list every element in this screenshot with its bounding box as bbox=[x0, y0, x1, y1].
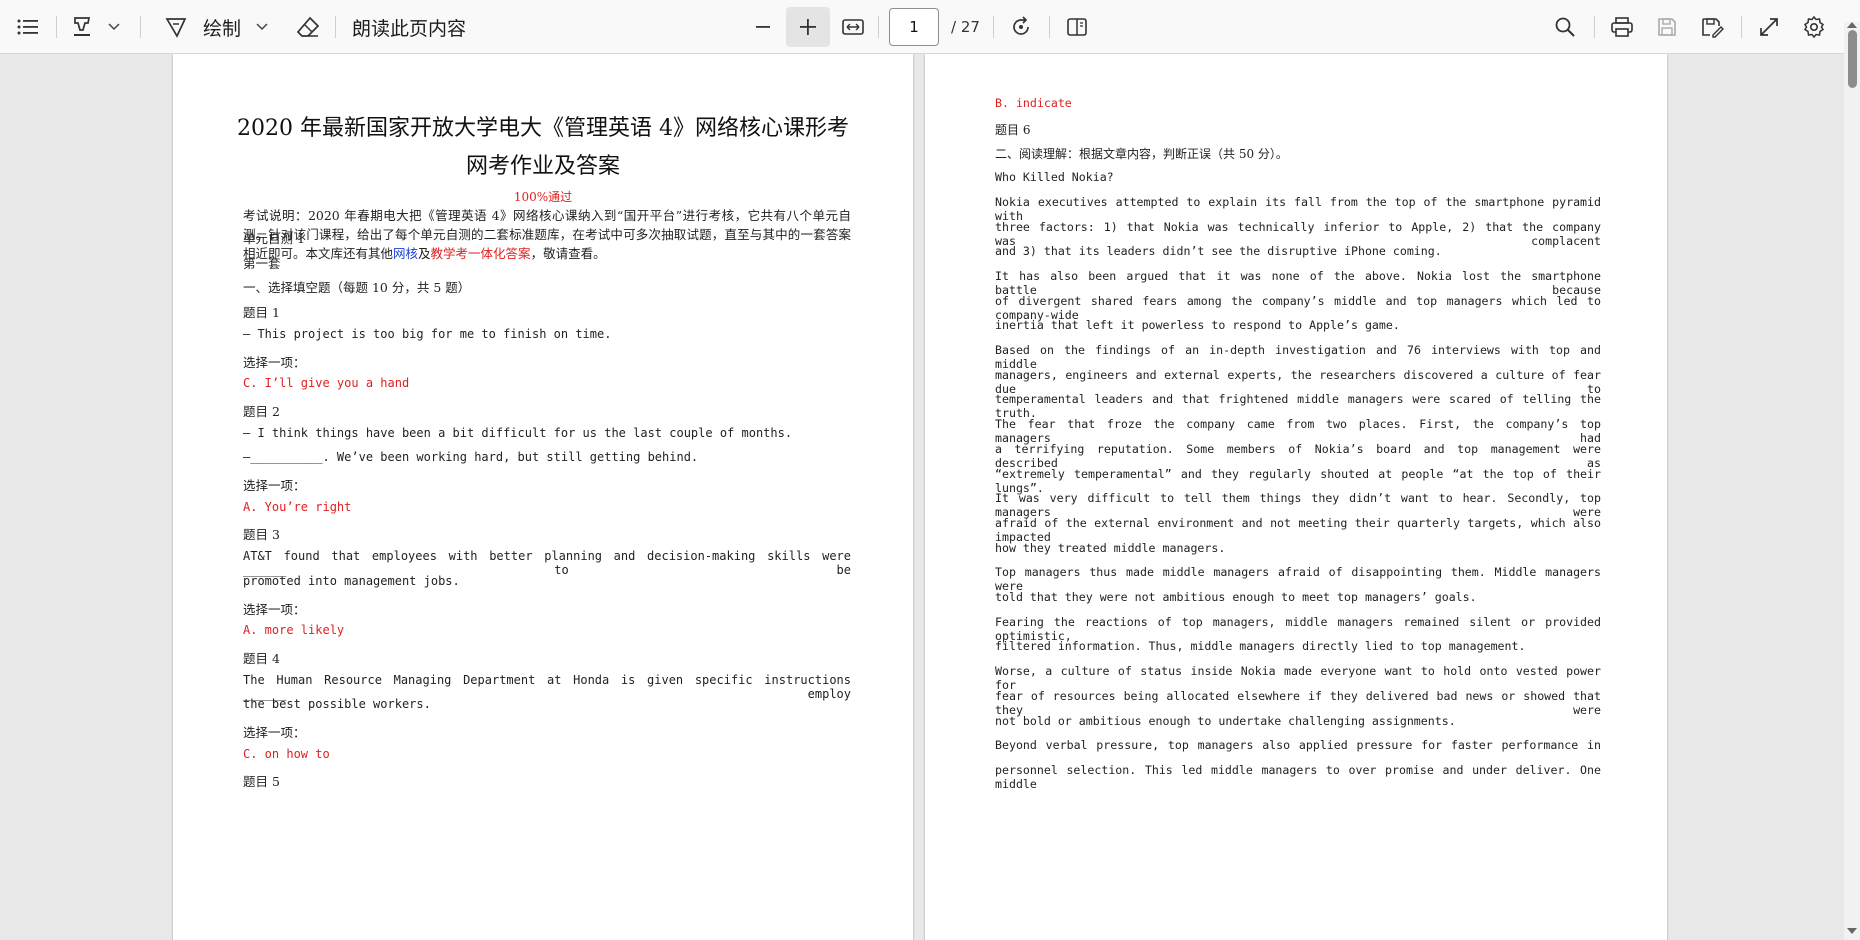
save-icon[interactable] bbox=[1650, 8, 1684, 46]
toolbar-divider bbox=[56, 16, 57, 38]
fullscreen-icon[interactable] bbox=[1752, 8, 1786, 46]
text-line: 选择一项： bbox=[243, 725, 306, 740]
text-line: personnel selection. This led middle man… bbox=[995, 762, 1601, 791]
page-total: / 27 bbox=[951, 18, 980, 36]
save-as-icon[interactable] bbox=[1695, 8, 1729, 46]
text-line: Who Killed Nokia? bbox=[995, 170, 1114, 185]
print-icon[interactable] bbox=[1605, 8, 1639, 46]
text-line: 第一套 bbox=[243, 255, 281, 271]
text-line: 题目 3 bbox=[243, 527, 280, 543]
scroll-down-arrow-icon[interactable] bbox=[1847, 928, 1857, 934]
answer-line: A. more likely bbox=[243, 623, 345, 638]
text-line: 题目 2 bbox=[243, 403, 280, 419]
text-line: Beyond verbal pressure, top managers als… bbox=[995, 738, 1601, 753]
text-line: 题目 1 bbox=[243, 305, 280, 321]
zoom-in-icon[interactable] bbox=[786, 8, 830, 46]
read-aloud-label: 朗读此页内容 bbox=[352, 17, 467, 40]
text-line: 题目 6 bbox=[995, 122, 1031, 137]
eraser-icon[interactable] bbox=[292, 8, 324, 46]
draw-label: 绘制 bbox=[202, 17, 241, 40]
answer-line: B. indicate bbox=[995, 96, 1072, 110]
toolbar-divider bbox=[140, 16, 141, 38]
pdf-toolbar: 绘制 朗读此页内容 / 27 bbox=[0, 0, 1860, 54]
rotate-icon[interactable] bbox=[1004, 8, 1038, 46]
contents-icon[interactable] bbox=[14, 8, 42, 46]
title-line-1: 2020 年最新国家开放大学电大《管理英语 4》网络核心课形考 bbox=[237, 116, 849, 141]
pdf-page-1: 2020 年最新国家开放大学电大《管理英语 4》网络核心课形考 网考作业及答案 … bbox=[173, 54, 913, 940]
settings-icon[interactable] bbox=[1797, 8, 1831, 46]
pass-badge: 100%通过 bbox=[513, 190, 573, 204]
toolbar-divider bbox=[1594, 16, 1595, 38]
text-line: 题目 5 bbox=[243, 774, 280, 790]
toolbar-divider bbox=[993, 16, 994, 38]
text-line: 选择一项： bbox=[243, 601, 306, 617]
text-line: 选择一项： bbox=[243, 354, 306, 370]
text-line: and 3) that its leaders didn’t see the d… bbox=[995, 244, 1442, 259]
text-line: — I think things have been a bit difficu… bbox=[243, 425, 793, 440]
toolbar-divider bbox=[335, 16, 336, 38]
zoom-out-icon[interactable] bbox=[746, 8, 780, 46]
answer-line: C. on how to bbox=[243, 746, 330, 761]
answer-line: A. You’re right bbox=[243, 499, 352, 514]
fit-width-icon[interactable] bbox=[836, 8, 870, 46]
text-line: the best possible workers. bbox=[243, 697, 431, 712]
draw-button[interactable]: 绘制 bbox=[200, 8, 244, 46]
title-line-2: 网考作业及答案 bbox=[465, 154, 620, 179]
page-title: 2020 年最新国家开放大学电大《管理英语 4》网络核心课形考 网考作业及答案 bbox=[233, 110, 853, 186]
text-line: 二、阅读理解：根据文章内容，判断正误（共 50 分）。 bbox=[995, 147, 1288, 162]
chevron-down-icon[interactable] bbox=[250, 8, 274, 46]
toolbar-divider bbox=[1741, 16, 1742, 38]
two-page-icon[interactable] bbox=[1060, 8, 1094, 46]
text-line: 题目 4 bbox=[243, 650, 280, 666]
document-viewer[interactable]: 2020 年最新国家开放大学电大《管理英语 4》网络核心课形考 网考作业及答案 … bbox=[0, 54, 1860, 940]
scroll-up-arrow-icon[interactable] bbox=[1847, 22, 1857, 28]
answer-line: C. I’ll give you a hand bbox=[243, 376, 410, 391]
toolbar-divider bbox=[878, 16, 879, 38]
text-line: 一、选择填空题（每题 10 分，共 5 题） bbox=[243, 280, 471, 296]
text-line: not bold or ambitious enough to undertak… bbox=[995, 713, 1456, 728]
text-line: 单元自测 1 bbox=[243, 231, 305, 246]
page-number-input[interactable] bbox=[889, 8, 939, 46]
text-line: promoted into management jobs. bbox=[243, 573, 460, 588]
vertical-scrollbar[interactable] bbox=[1844, 22, 1860, 940]
pdf-page-2: B. indicate 题目 6 二、阅读理解：根据文章内容，判断正误（共 50 分… bbox=[925, 54, 1667, 940]
scroll-thumb[interactable] bbox=[1848, 30, 1857, 88]
read-aloud-button[interactable]: 朗读此页内容 bbox=[352, 8, 472, 46]
draw-icon[interactable] bbox=[160, 8, 192, 46]
text-line: how they treated middle managers. bbox=[995, 540, 1226, 555]
text-line: — This project is too big for me to fini… bbox=[243, 326, 612, 341]
text-line: filtered information. Thus, middle manag… bbox=[995, 639, 1526, 654]
text-line: —__________. We’ve been working hard, bu… bbox=[243, 450, 699, 465]
toolbar-divider bbox=[1049, 16, 1050, 38]
text-line: inertia that left it powerless to respon… bbox=[995, 318, 1400, 333]
text-line: 选择一项： bbox=[243, 478, 306, 493]
search-icon[interactable] bbox=[1548, 8, 1582, 46]
text-line: told that they were not ambitious enough… bbox=[995, 590, 1477, 604]
highlight-icon[interactable] bbox=[68, 8, 96, 46]
chevron-down-icon[interactable] bbox=[102, 8, 126, 46]
